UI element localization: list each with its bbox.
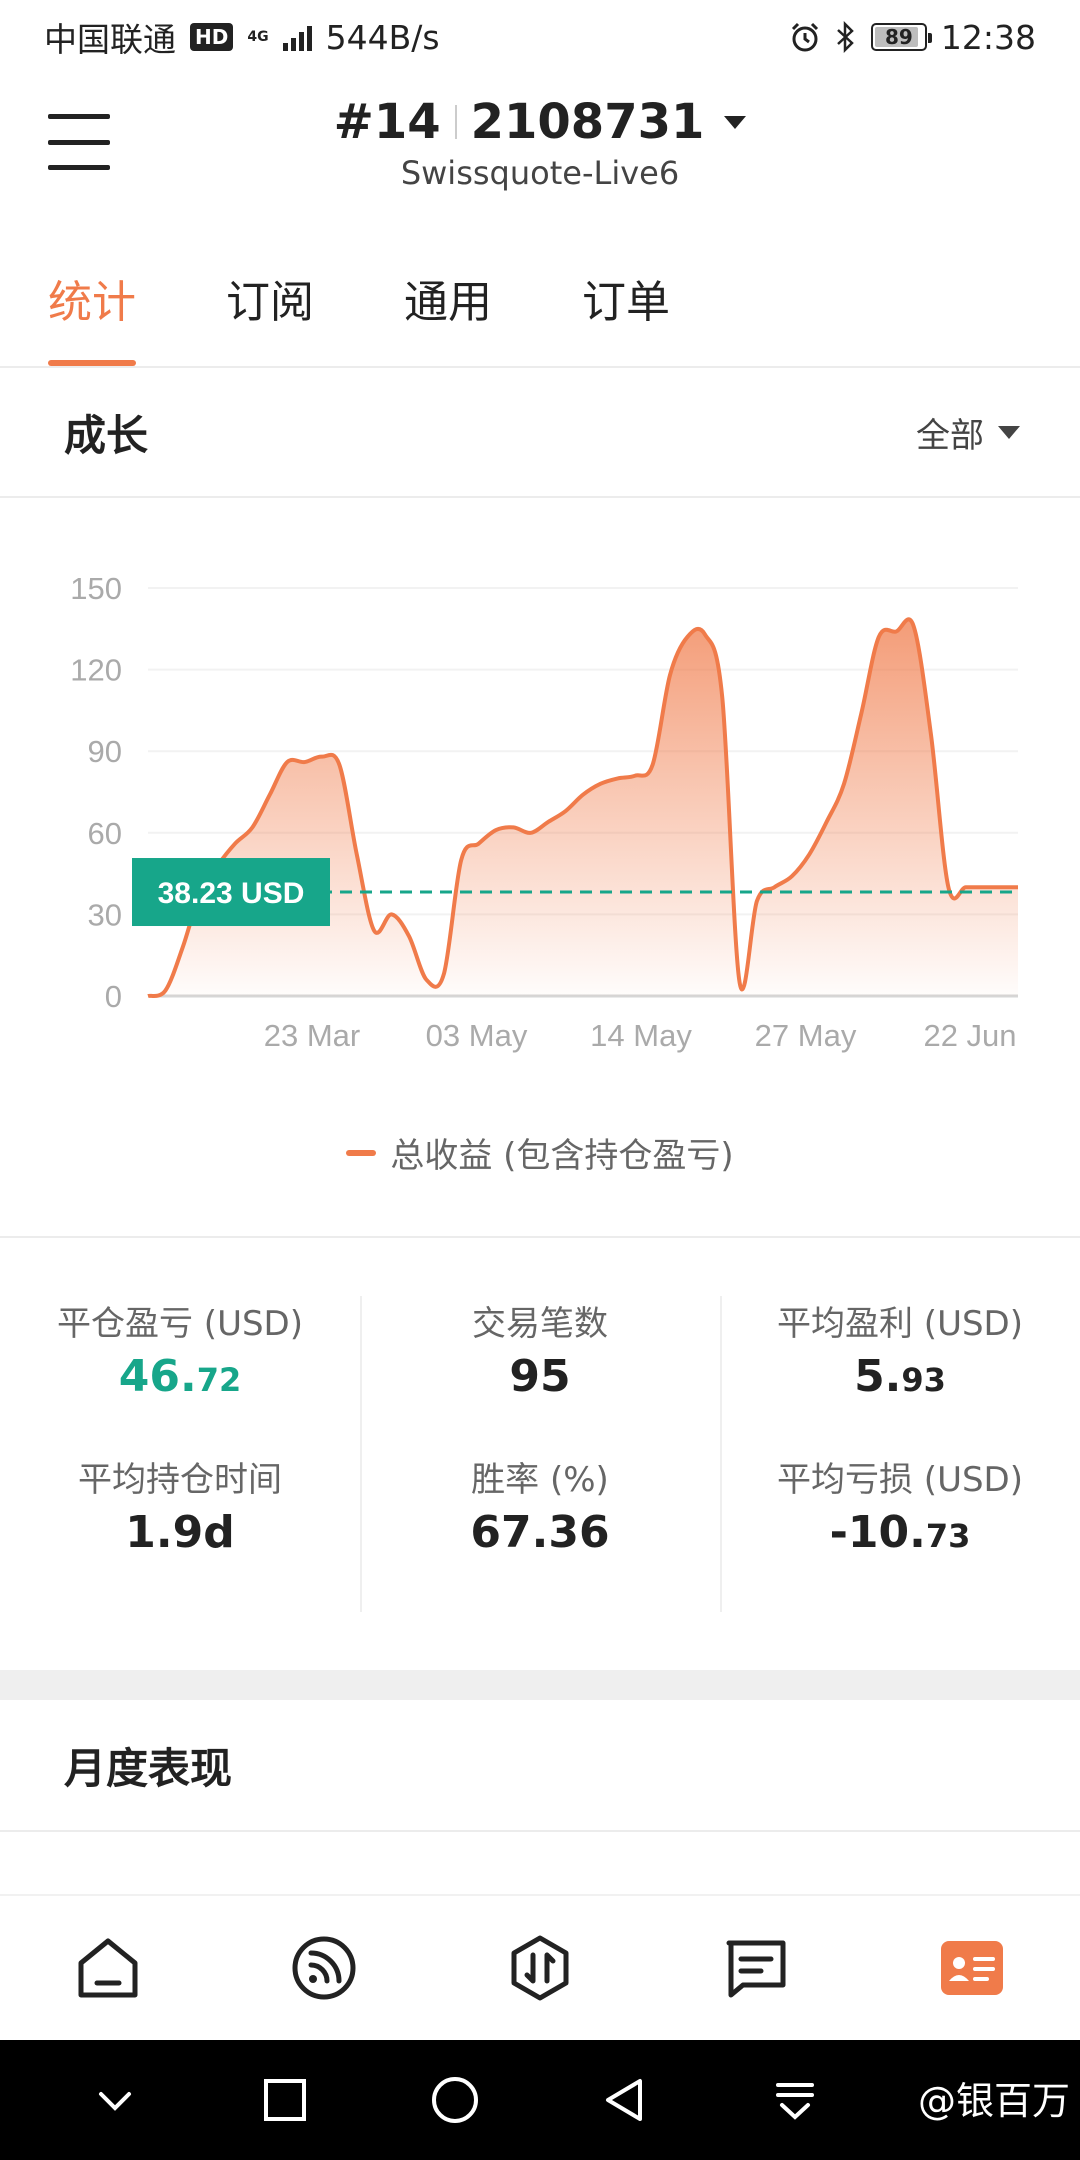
x-tick-label: 03 May: [426, 1018, 528, 1053]
x-tick-label: 27 May: [755, 1018, 857, 1053]
nav-signals[interactable]: [269, 1913, 379, 2023]
x-tick-label: 14 May: [590, 1018, 692, 1053]
stat-label: 交易笔数: [472, 1304, 608, 1344]
tab-general[interactable]: 通用: [404, 214, 492, 366]
stat-label: 平均亏损 (USD): [777, 1460, 1023, 1500]
nav-trade[interactable]: [485, 1913, 595, 2023]
alarm-icon: [791, 22, 818, 52]
signal-feed-icon: [292, 1936, 356, 2000]
battery-level: 89: [884, 25, 913, 49]
tab-statistics[interactable]: 统计: [48, 214, 136, 366]
section-title: 成长: [64, 410, 149, 460]
account-number: 2108731: [470, 94, 705, 150]
clock: 12:38: [940, 17, 1036, 57]
stat-value: 95: [509, 1351, 571, 1402]
network-type: 4G: [247, 29, 269, 45]
chart-canvas: 38.23 USD 0 30 60 90 120 150 23 Mar 03 May 14 Ma…: [70, 571, 1018, 1053]
status-bar: 中国联通 HD 4G 544B/s 89 12:38: [0, 0, 1080, 74]
server-name: Swissquote-Live6: [400, 154, 680, 192]
hide-nav-button[interactable]: [75, 2060, 155, 2140]
y-tick-label: 120: [70, 653, 122, 688]
nav-home[interactable]: [53, 1913, 163, 2023]
stat-closed-pnl: 平仓盈亏 (USD) 46.72: [0, 1296, 360, 1452]
y-tick-label: 90: [88, 734, 122, 769]
chart-legend: 总收益 (包含持仓盈亏): [0, 1128, 1080, 1177]
legend-label: 总收益 (包含持仓盈亏): [390, 1136, 734, 1176]
network-speed: 544B/s: [325, 17, 440, 57]
chevron-down-icon: [99, 2092, 131, 2111]
pull-down-icon: [776, 2083, 814, 2120]
stat-avg-holding-time: 平均持仓时间 1.9d: [0, 1452, 360, 1608]
x-tick-label: 22 Jun: [923, 1018, 1016, 1053]
stats-column: 交易笔数 95 胜率 (%) 67.36: [360, 1296, 720, 1670]
section-divider: [0, 1670, 1080, 1700]
circle-icon: [432, 2077, 478, 2123]
growth-header: 成长 全部: [0, 368, 1080, 498]
stat-value: 1.9d: [125, 1507, 235, 1558]
stat-win-rate: 胜率 (%) 67.36: [360, 1452, 720, 1608]
back-button[interactable]: [585, 2060, 665, 2140]
notification-pull-button[interactable]: [755, 2060, 835, 2140]
bluetooth-icon: [837, 21, 854, 53]
y-tick-label: 0: [105, 979, 122, 1014]
tab-bar: 统计 订阅 通用 订单: [0, 214, 1080, 368]
stat-avg-loss: 平均亏损 (USD) -10.73: [720, 1452, 1080, 1608]
section-title: 月度表现: [64, 1743, 233, 1793]
y-tick-label: 30: [88, 897, 122, 932]
stat-trade-count: 交易笔数 95: [360, 1296, 720, 1452]
stat-value: -10.73: [829, 1507, 971, 1558]
x-tick-label: 23 Mar: [264, 1018, 360, 1053]
range-value: 全部: [916, 415, 984, 456]
stat-label: 平仓盈亏 (USD): [57, 1304, 303, 1344]
stat-avg-profit: 平均盈利 (USD) 5.93: [720, 1296, 1080, 1452]
separator: [454, 105, 457, 139]
recents-button[interactable]: [245, 2060, 325, 2140]
stats-column: 平仓盈亏 (USD) 46.72 平均持仓时间 1.9d: [0, 1296, 360, 1670]
nav-profile[interactable]: [917, 1913, 1027, 2023]
battery-icon: 89: [870, 23, 932, 51]
stat-label: 平均持仓时间: [78, 1460, 282, 1500]
stats-column: 平均盈利 (USD) 5.93 平均亏损 (USD) -10.73: [720, 1296, 1080, 1670]
stat-value: 46.72: [118, 1351, 242, 1402]
square-icon: [264, 2079, 306, 2121]
nav-messages[interactable]: [701, 1913, 811, 2023]
carrier-name: 中国联通: [44, 20, 176, 59]
home-button[interactable]: [415, 2060, 495, 2140]
signal-icon: [282, 23, 312, 51]
caret-down-icon: [998, 425, 1020, 439]
range-dropdown[interactable]: 全部: [916, 408, 1020, 457]
chevron-down-icon: [724, 115, 747, 129]
current-value-label: 38.23 USD: [158, 877, 305, 910]
triangle-back-icon: [606, 2079, 642, 2121]
hd-badge: HD: [190, 23, 234, 51]
y-tick-label: 150: [70, 571, 122, 606]
watermark: @银百万: [917, 2079, 1070, 2123]
profile-card-icon: [941, 1941, 1003, 1995]
app-header: #14 2108731 Swissquote-Live6: [0, 74, 1080, 214]
home-icon: [78, 1938, 138, 1998]
series-area: [148, 619, 1018, 997]
stat-value: 5.93: [854, 1351, 946, 1402]
stat-label: 胜率 (%): [471, 1460, 609, 1500]
account-prefix: #14: [333, 94, 441, 150]
tab-subscription[interactable]: 订阅: [226, 214, 314, 366]
stat-label: 平均盈利 (USD): [777, 1304, 1023, 1344]
tab-orders[interactable]: 订单: [582, 214, 670, 366]
y-tick-label: 60: [88, 816, 122, 851]
bottom-nav: [0, 1894, 1080, 2040]
monthly-performance-header[interactable]: 月度表现: [0, 1700, 1080, 1832]
growth-chart: 38.23 USD 0 30 60 90 120 150 23 Mar 03 May 14 Ma…: [0, 498, 1080, 1238]
stat-value: 67.36: [470, 1507, 610, 1558]
stats-grid: 平仓盈亏 (USD) 46.72 平均持仓时间 1.9d 交易笔数 95 胜率 …: [0, 1240, 1080, 1670]
account-switcher[interactable]: #14 2108731 Swissquote-Live6: [0, 94, 1080, 192]
legend-swatch: [346, 1149, 377, 1156]
trade-icon: [511, 1935, 569, 2001]
message-icon: [726, 1940, 786, 1998]
